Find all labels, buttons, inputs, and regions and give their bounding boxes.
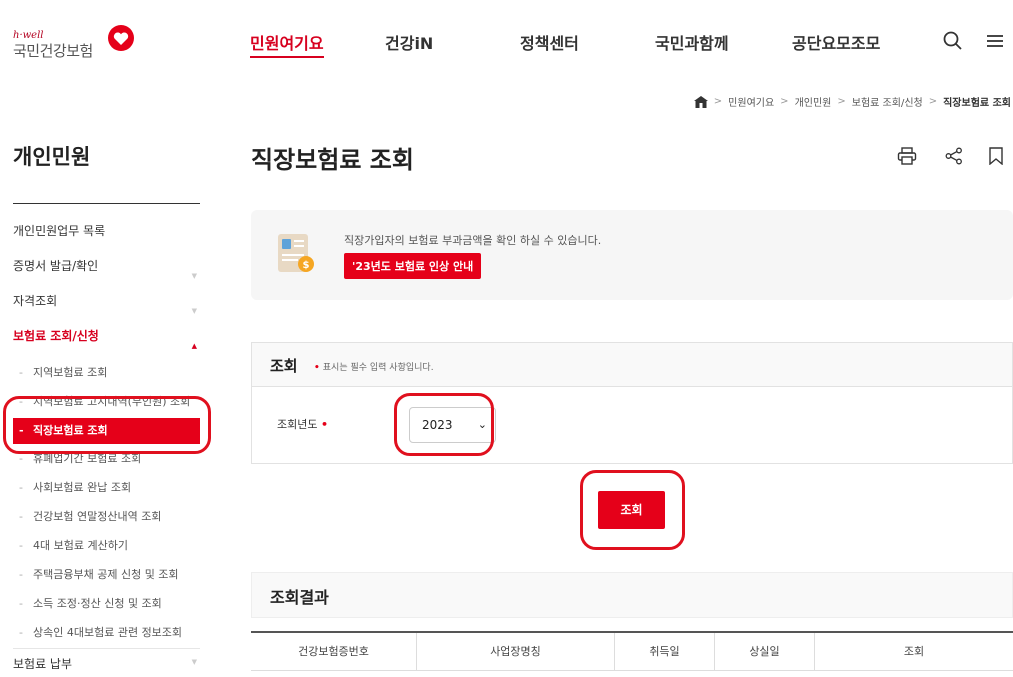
table-header-cell: 건강보험증번호 [251, 633, 417, 670]
sidebar-item-premium[interactable]: 보험료 조회/신청 ▲ [13, 323, 200, 358]
sidebar-item-label: 보험료 조회/신청 [13, 329, 99, 343]
search-form: 조회 • 표시는 필수 입력 사항입니다. 조회년도 • 2023 ⌄ [251, 342, 1013, 464]
breadcrumb-item[interactable]: 개인민원 [795, 94, 832, 109]
heart-logo-icon [108, 25, 134, 51]
sidebar-item-label: 보험료 납부 [13, 657, 73, 671]
chevron-down-icon: ▼ [191, 307, 197, 315]
sidebar-title: 개인민원 [13, 145, 91, 169]
sidebar-subitem[interactable]: 4대 보험료 계산하기 [13, 531, 200, 560]
info-box: $ 직장가입자의 보험료 부과금액을 확인 하실 수 있습니다. '23년도 보… [251, 210, 1013, 300]
page-title: 직장보험료 조회 [251, 146, 414, 174]
breadcrumb-separator: > [780, 96, 789, 107]
rate-increase-notice-button[interactable]: '23년도 보험료 인상 안내 [344, 253, 482, 279]
result-title: 조회결과 [270, 588, 329, 607]
required-note: • 표시는 필수 입력 사항입니다. [314, 360, 434, 373]
nav-corporation[interactable]: 공단요모조모 [792, 30, 880, 54]
breadcrumb-item[interactable]: 보험료 조회/신청 [852, 94, 923, 109]
chevron-down-icon: ▼ [191, 658, 197, 666]
sidebar-subitem[interactable]: 사회보험료 완납 조회 [13, 473, 200, 502]
table-header-row: 건강보험증번호 사업장명칭 취득일 상실일 조회 [251, 633, 1013, 671]
sidebar-subitem[interactable]: 건강보험 연말정산내역 조회 [13, 502, 200, 531]
breadcrumb-current: 직장보험료 조회 [943, 98, 1011, 109]
chevron-down-icon: ▼ [191, 272, 197, 280]
home-icon[interactable] [693, 95, 708, 108]
breadcrumb-separator: > [928, 96, 938, 107]
table-header-cell: 조회 [903, 645, 925, 658]
breadcrumb-separator: > [713, 96, 723, 107]
sidebar-subitem[interactable]: 주택금융부채 공제 신청 및 조회 [13, 560, 200, 589]
result-table: 건강보험증번호 사업장명칭 취득일 상실일 조회 [251, 631, 1013, 671]
year-label: 조회년도 • [277, 416, 331, 432]
logo-text: 국민건강보험 [13, 42, 93, 60]
required-note-text: 표시는 필수 입력 사항입니다. [322, 363, 434, 373]
breadcrumb-item[interactable]: 민원여기요 [728, 94, 774, 109]
sidebar-item-label: 자격조회 [13, 294, 58, 308]
chevron-down-icon: ⌄ [477, 418, 487, 431]
chevron-up-icon: ▲ [191, 342, 197, 350]
nav-health-in[interactable]: 건강iN [385, 30, 433, 54]
form-title: 조회 [270, 357, 298, 375]
required-dot-icon: • [314, 363, 320, 373]
nav-with-public[interactable]: 국민과함께 [655, 30, 729, 54]
breadcrumb-separator: > [837, 96, 846, 107]
sidebar-item-certificate[interactable]: 증명서 발급/확인 ▼ [13, 253, 200, 288]
year-select-value: 2023 [422, 418, 453, 432]
bookmark-icon[interactable] [986, 147, 1006, 165]
table-header-cell: 취득일 [615, 633, 715, 670]
document-coin-illustration: $ [278, 234, 314, 272]
nav-policy-center[interactable]: 정책센터 [520, 30, 579, 54]
sidebar-item-label: 개인민원업무 목록 [13, 224, 106, 238]
sidebar-subitem[interactable]: 지역보험료 조회 [13, 358, 200, 387]
table-header-cell: 상실일 [715, 633, 815, 670]
sidebar-item-payment[interactable]: 보험료 납부 ▼ [13, 655, 200, 672]
logo[interactable]: h·well 국민건강보험 [13, 22, 143, 66]
sidebar-menu: 개인민원업무 목록 증명서 발급/확인 ▼ 자격조회 ▼ 보험료 조회/신청 ▲… [13, 218, 200, 647]
year-select[interactable]: 2023 ⌄ [409, 407, 496, 443]
menu-icon[interactable] [984, 30, 1006, 52]
table-header-cell: 사업장명칭 [417, 633, 615, 670]
sidebar-subitem[interactable]: 상속인 4대보험료 관련 정보조회 [13, 618, 200, 647]
sidebar-divider [13, 648, 200, 649]
sidebar-subitem[interactable]: 지역보험료 고지내역(부인원) 조회 [13, 387, 200, 416]
sidebar-divider [13, 203, 200, 204]
svg-text:$: $ [303, 260, 310, 271]
print-icon[interactable] [897, 147, 917, 165]
nav-minwon[interactable]: 민원여기요 [250, 30, 324, 58]
search-icon[interactable] [942, 30, 964, 52]
sidebar-subitem-active[interactable]: 직장보험료 조회 [13, 418, 200, 444]
sidebar-subitem[interactable]: 휴폐업기간 보험료 조회 [13, 444, 200, 473]
year-label-text: 조회년도 [277, 418, 318, 431]
sidebar-item-label: 증명서 발급/확인 [13, 259, 99, 273]
sidebar-subitem[interactable]: 소득 조정·정산 신청 및 조회 [13, 589, 200, 618]
sidebar-item-qualification[interactable]: 자격조회 ▼ [13, 288, 200, 323]
required-dot-icon: • [320, 418, 329, 431]
breadcrumb: > 민원여기요 > 개인민원 > 보험료 조회/신청 > 직장보험료 조회 [693, 94, 1011, 109]
form-header: 조회 • 표시는 필수 입력 사항입니다. [252, 343, 1012, 387]
sidebar-item-service-list[interactable]: 개인민원업무 목록 [13, 218, 200, 253]
info-text: 직장가입자의 보험료 부과금액을 확인 하실 수 있습니다. [344, 234, 602, 247]
share-icon[interactable] [944, 147, 964, 165]
result-header: 조회결과 [251, 572, 1013, 618]
search-button[interactable]: 조회 [598, 491, 665, 529]
